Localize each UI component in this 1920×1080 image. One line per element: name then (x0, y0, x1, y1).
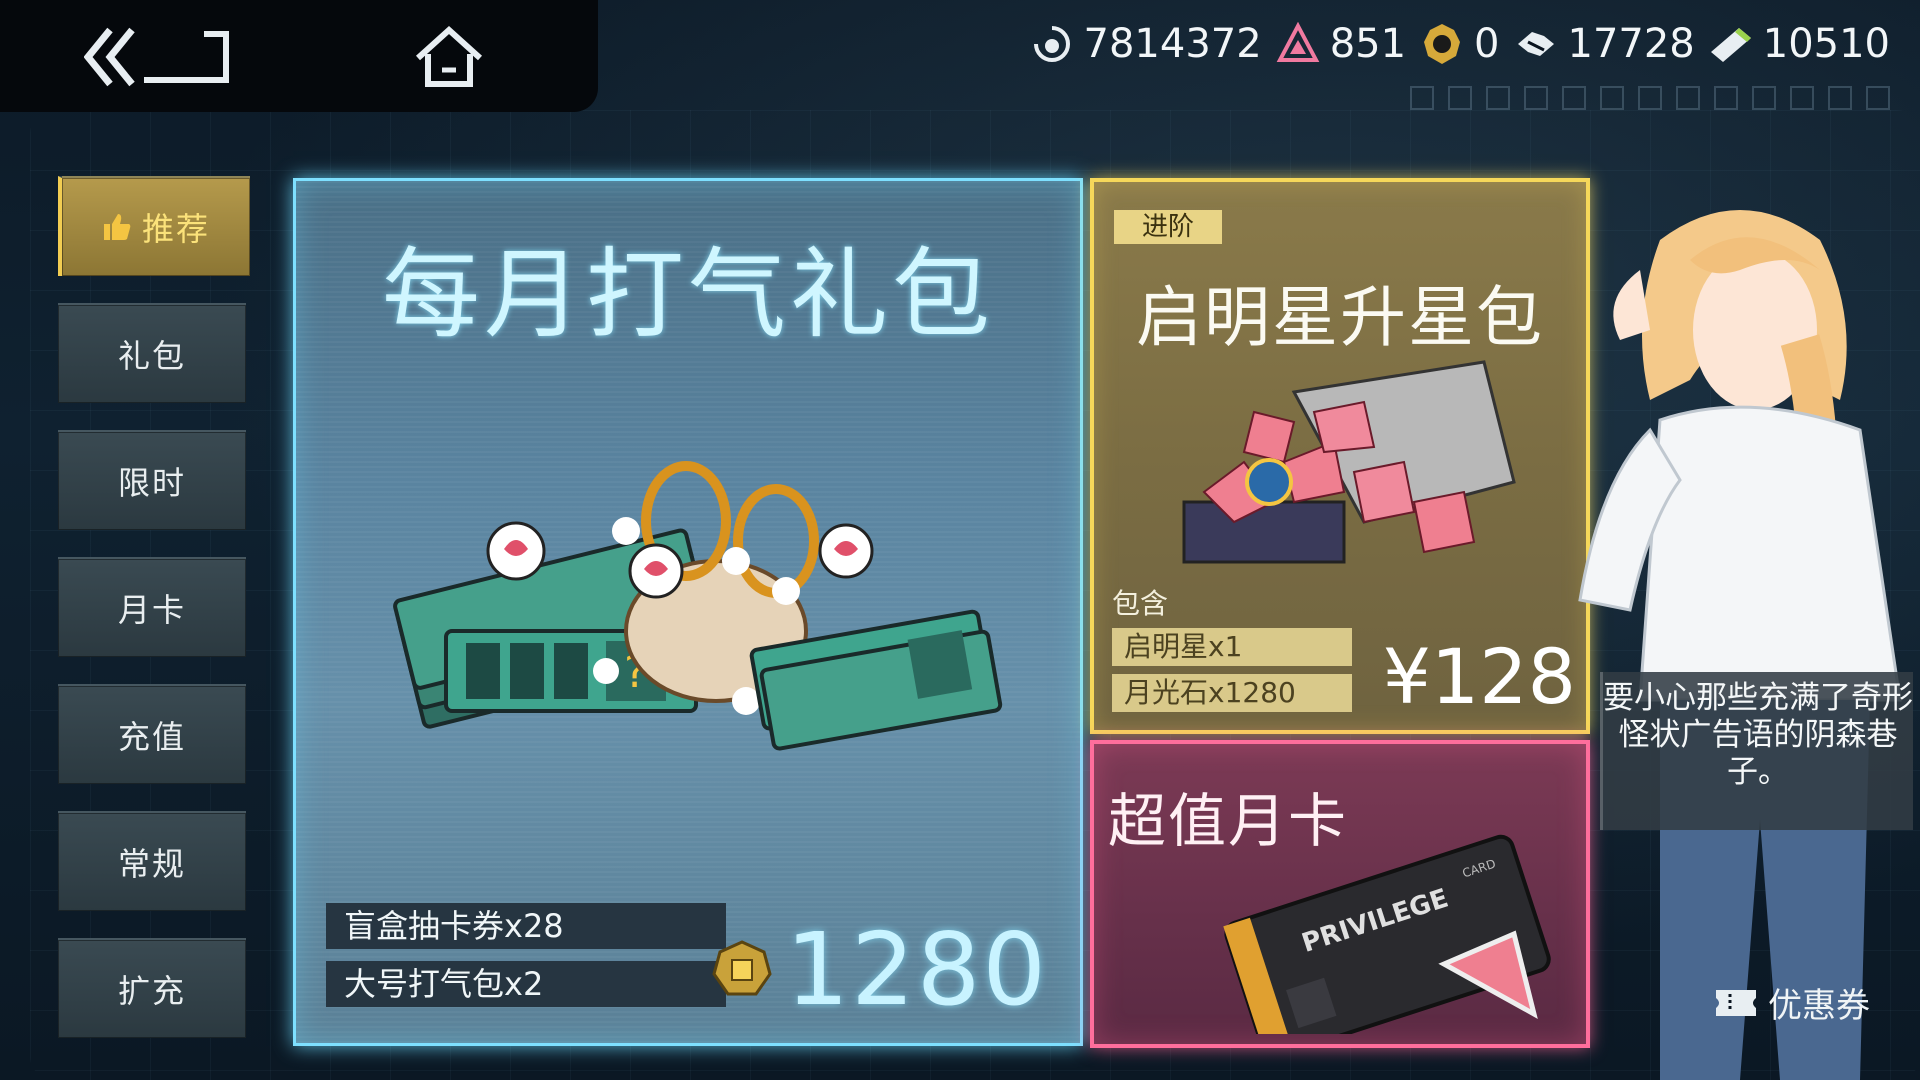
coupon-button[interactable]: 优惠券 (1714, 978, 1870, 1027)
back-arrow-icon (83, 27, 229, 87)
crystal-bag-illustration (1182, 360, 1516, 564)
decorative-squares (1410, 86, 1890, 110)
ticket-icon (1716, 989, 1756, 1016)
character-speech-bubble: 要小心那些充满了奇形怪状广告语的阴森巷子。 (1600, 672, 1913, 830)
shop-character-illustration (1578, 210, 1902, 1080)
currency-gear-coin-value: 0 (1474, 21, 1500, 67)
currency-crystal[interactable]: 851 (1276, 21, 1406, 67)
sidebar-item-label: 扩充 (117, 972, 186, 1010)
currency-handshake-icon (1517, 32, 1554, 56)
shop-category-sidebar: 推荐 礼包 限时 月卡 充值 常规 扩充 (58, 176, 250, 1065)
pack-title: 每月打气礼包 (381, 238, 994, 352)
sidebar-item-label: 充值 (117, 718, 186, 756)
pack-item: 盲盒抽卡券x28 (326, 903, 726, 949)
sidebar-item-label: 常规 (117, 845, 186, 883)
currency-guild-ticket-icon (1710, 28, 1751, 62)
advanced-tag: 进阶 (1114, 210, 1222, 244)
pack-item: 大号打气包x2 (326, 961, 726, 1007)
pack-title: 启明星升星包 (1136, 279, 1544, 356)
pack-contents-list: 启明星x1 月光石x1280 (1112, 628, 1352, 720)
top-nav-panel (0, 0, 598, 112)
sidebar-item-label: 礼包 (117, 337, 186, 375)
currency-handshake[interactable]: 17728 (1514, 21, 1695, 67)
sidebar-item-label: 推荐 (141, 210, 210, 248)
sidebar-item-label: 月卡 (117, 591, 186, 629)
currency-guild-ticket[interactable]: 10510 (1709, 21, 1890, 67)
currency-swirl-icon (1033, 26, 1070, 62)
gem-currency-icon (711, 939, 772, 995)
pack-item: 启明星x1 (1112, 628, 1352, 666)
currency-gear-coin-icon (1424, 24, 1461, 64)
currency-guild-ticket-value: 10510 (1762, 21, 1890, 67)
currency-swirl[interactable]: 7814372 (1030, 21, 1262, 67)
sidebar-item-gift-pack[interactable]: 礼包 (58, 303, 246, 403)
privilege-card-illustration: PRIVILEGE CARD (1223, 834, 1551, 1034)
pack-item: 月光石x1280 (1112, 674, 1352, 712)
currency-bar: 7814372 851 0 17728 10510 (1030, 14, 1890, 74)
sidebar-item-recommend[interactable]: 推荐 (58, 176, 250, 276)
currency-swirl-value: 7814372 (1083, 21, 1262, 67)
home-button[interactable] (414, 24, 484, 90)
sidebar-item-monthly-card[interactable]: 月卡 (58, 557, 246, 657)
star-upgrade-pack-card[interactable]: 进阶 启明星升星包 包含 启明星x1 月光石x1280 ¥128 (1090, 178, 1590, 734)
sidebar-item-label: 限时 (117, 464, 186, 502)
sidebar-item-limited[interactable]: 限时 (58, 430, 246, 530)
pack-price[interactable]: 1280 (711, 911, 1049, 1028)
sidebar-item-regular[interactable]: 常规 (58, 811, 246, 911)
currency-crystal-value: 851 (1329, 21, 1407, 67)
ticket-pile-illustration: ? (393, 461, 1003, 751)
pack-contents-list: 盲盒抽卡券x28 大号打气包x2 (326, 903, 726, 1019)
currency-gear-coin[interactable]: 0 (1420, 21, 1500, 67)
contains-label: 包含 (1112, 587, 1169, 620)
thumbs-up-icon (103, 214, 131, 240)
pack-price-value: 1280 (785, 911, 1048, 1028)
currency-handshake-value: 17728 (1567, 21, 1695, 67)
currency-crystal-icon (1276, 22, 1320, 62)
sidebar-item-recharge[interactable]: 充值 (58, 684, 246, 784)
home-icon (415, 25, 483, 87)
coupon-label: 优惠券 (1768, 986, 1870, 1026)
monthly-boost-pack-card[interactable]: 每月打气礼包 ? 盲盒抽卡券x28 大号打气包x2 1280 (293, 178, 1083, 1046)
sidebar-item-expand[interactable]: 扩充 (58, 938, 246, 1038)
super-monthly-card[interactable]: 超值月卡 PRIVILEGE CARD (1090, 740, 1590, 1048)
back-button[interactable] (83, 26, 234, 88)
